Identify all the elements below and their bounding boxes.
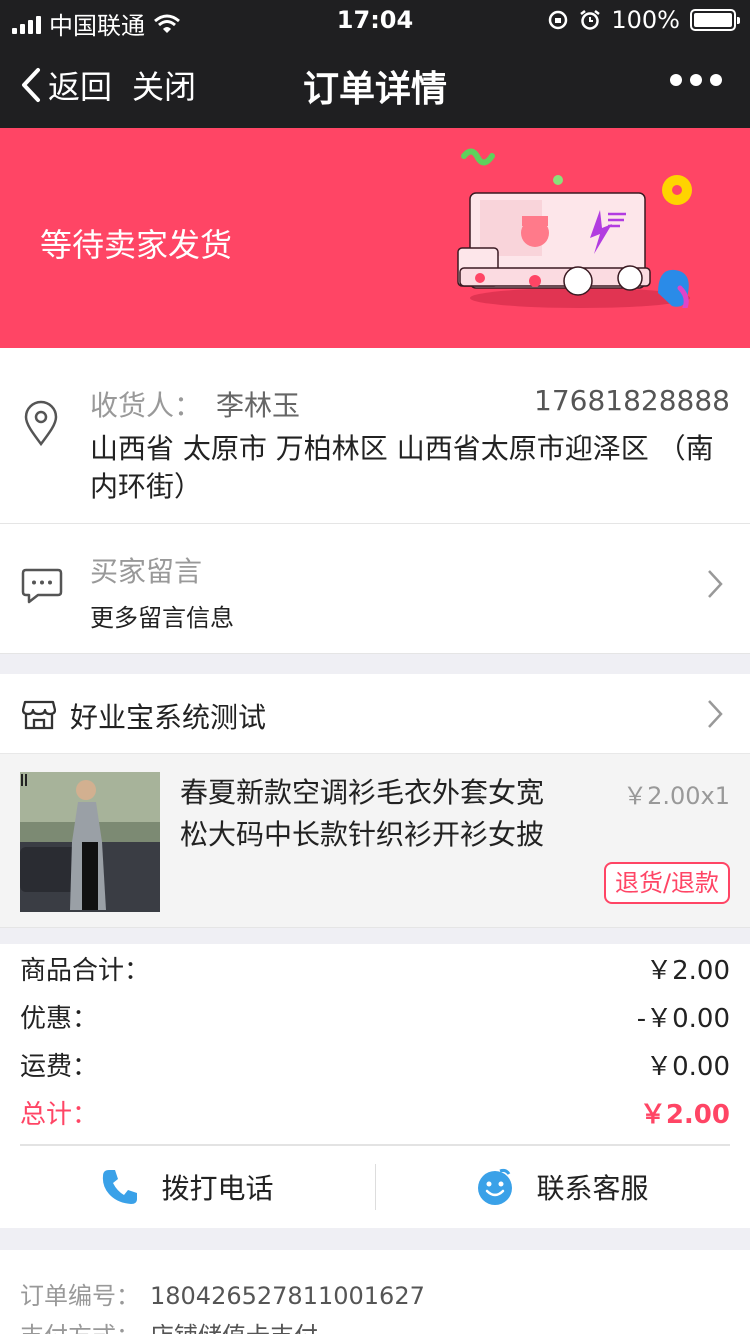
battery-icon [690, 9, 740, 31]
phone-icon [103, 1170, 138, 1204]
more-icon[interactable] [670, 74, 722, 86]
customer-service-button[interactable]: 联系客服 [375, 1146, 750, 1228]
shop-name: 好业宝系统测试 [70, 701, 267, 734]
payment-method-label: 支付方式： [20, 1322, 140, 1334]
smiley-service-icon [478, 1168, 513, 1205]
discount-row: 优惠： -￥0.00 [20, 992, 730, 1040]
product-title: 春夏新款空调衫毛衣外套女宽松大码中长款针织衫开衫女披 [180, 776, 545, 851]
order-status-banner: 等待卖家发货 [0, 128, 750, 348]
order-product[interactable]: 春夏新款空调衫毛衣外套女宽松大码中长款针织衫开衫女披 ￥2.00x1 退货/退款 [0, 754, 750, 928]
call-button[interactable]: 拨打电话 [0, 1146, 375, 1228]
orientation-lock-icon [549, 10, 568, 30]
address-text: 山西省 太原市 万柏林区 山西省太原市迎泽区 （南内环街） [90, 432, 714, 503]
order-number-value: 180426527811001627 [150, 1282, 425, 1310]
alarm-icon [580, 10, 601, 30]
shipping-fee-label: 运费： [20, 1051, 99, 1082]
payment-method-line: 支付方式： 店铺储值卡支付 [20, 1316, 730, 1334]
grand-total-value: ￥2.00 [639, 1099, 730, 1130]
store-icon [22, 700, 56, 730]
order-status-text: 等待卖家发货 [40, 226, 233, 264]
payment-method-value: 店铺储值卡支付 [150, 1322, 318, 1334]
goods-total-label: 商品合计： [20, 955, 151, 986]
battery-text: 100% [611, 6, 680, 34]
message-subtitle: 更多留言信息 [90, 604, 234, 632]
chat-bubble-icon [21, 568, 63, 604]
call-label: 拨打电话 [161, 1172, 274, 1205]
consignee-phone: 17681828888 [534, 384, 730, 417]
shipping-fee-value: ￥0.00 [646, 1051, 730, 1082]
status-right: 100% [547, 6, 740, 34]
order-info: 订单编号： 180426527811001627 支付方式： 店铺储值卡支付 [0, 1250, 750, 1334]
contact-actions: 拨打电话 联系客服 [0, 1146, 750, 1228]
order-number-line: 订单编号： 180426527811001627 [20, 1276, 730, 1316]
grand-total-row: 总计： ￥2.00 [20, 1088, 730, 1136]
discount-value: -￥0.00 [636, 1003, 730, 1034]
grand-total-label: 总计： [20, 1099, 99, 1130]
goods-total-value: ￥2.00 [646, 955, 730, 986]
chevron-right-icon [708, 700, 723, 728]
price-summary: 商品合计： ￥2.00 优惠： -￥0.00 运费： ￥0.00 总计： ￥2.… [0, 944, 750, 1146]
shipping-fee-row: 运费： ￥0.00 [20, 1040, 730, 1088]
buyer-message[interactable]: 买家留言 更多留言信息 [0, 524, 750, 654]
customer-service-label: 联系客服 [536, 1172, 649, 1205]
location-pin-icon [24, 400, 58, 446]
consignee-label: 收货人： [90, 389, 203, 422]
message-title: 买家留言 [90, 555, 203, 588]
page-title: 订单详情 [302, 69, 447, 110]
discount-label: 优惠： [20, 1003, 99, 1034]
goods-total-row: 商品合计： ￥2.00 [20, 944, 730, 992]
consignee-name: 李林玉 [216, 389, 301, 422]
chevron-right-icon [708, 570, 723, 598]
order-number-label: 订单编号： [20, 1282, 140, 1310]
product-image [20, 772, 160, 912]
shipping-address[interactable]: 收货人： 李林玉 17681828888 山西省 太原市 万柏林区 山西省太原市迎… [0, 348, 750, 524]
shop-row[interactable]: 好业宝系统测试 [0, 674, 750, 754]
status-bar: 中国联通 17:04 100% [0, 0, 750, 40]
refund-button[interactable]: 退货/退款 [604, 862, 730, 904]
action-divider [375, 1164, 376, 1210]
delivery-truck-illustration [457, 148, 692, 308]
consignee: 收货人： 李林玉 [90, 384, 300, 424]
nav-bar: 返回 关闭 订单详情 [0, 40, 750, 128]
product-price: ￥2.00x1 [623, 782, 730, 810]
